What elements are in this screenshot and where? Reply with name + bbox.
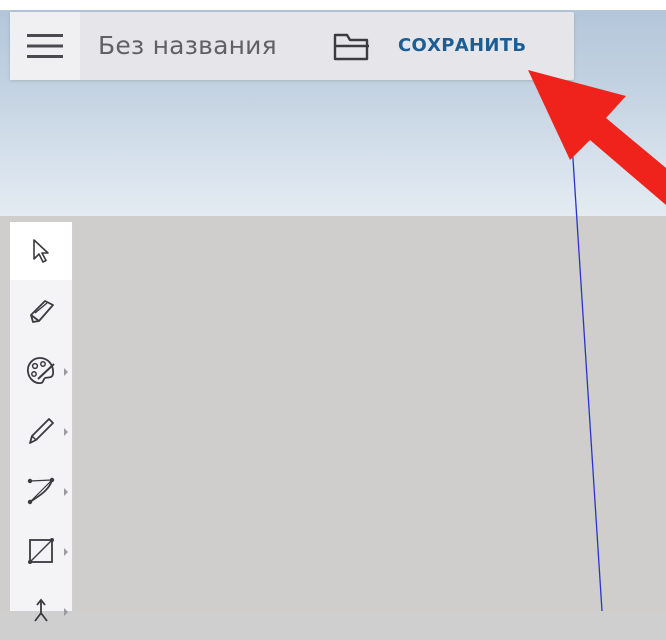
tool-push-pull[interactable] [10,582,72,640]
save-button[interactable]: СОХРАНИТЬ [398,12,526,80]
submenu-arrow-icon [64,608,68,616]
tool-rectangle[interactable] [10,522,72,580]
viewport-ground[interactable] [0,216,666,611]
document-title[interactable]: Без названия [98,12,277,80]
submenu-arrow-icon [64,548,68,556]
menu-button[interactable] [10,12,80,80]
palette-icon [27,357,55,385]
push-pull-icon [34,598,48,622]
submenu-arrow-icon [64,488,68,496]
cursor-arrow-icon [33,239,49,263]
open-file-button[interactable] [328,26,376,66]
tool-paint[interactable] [10,342,72,400]
tool-eraser[interactable] [10,282,72,340]
eraser-icon [30,300,54,323]
folder-open-icon [333,33,369,61]
tool-select[interactable] [10,222,72,280]
rectangle-icon [28,538,54,564]
top-toolbar: Без названия СОХРАНИТЬ [10,12,574,80]
tool-pencil[interactable] [10,402,72,460]
hamburger-menu-icon [27,34,63,58]
submenu-arrow-icon [64,428,68,436]
tool-arc[interactable] [10,462,72,520]
top-edge [0,0,666,10]
submenu-arrow-icon [64,368,68,376]
pencil-icon [29,418,54,444]
arc-icon [27,477,55,505]
tools-panel [10,222,73,622]
